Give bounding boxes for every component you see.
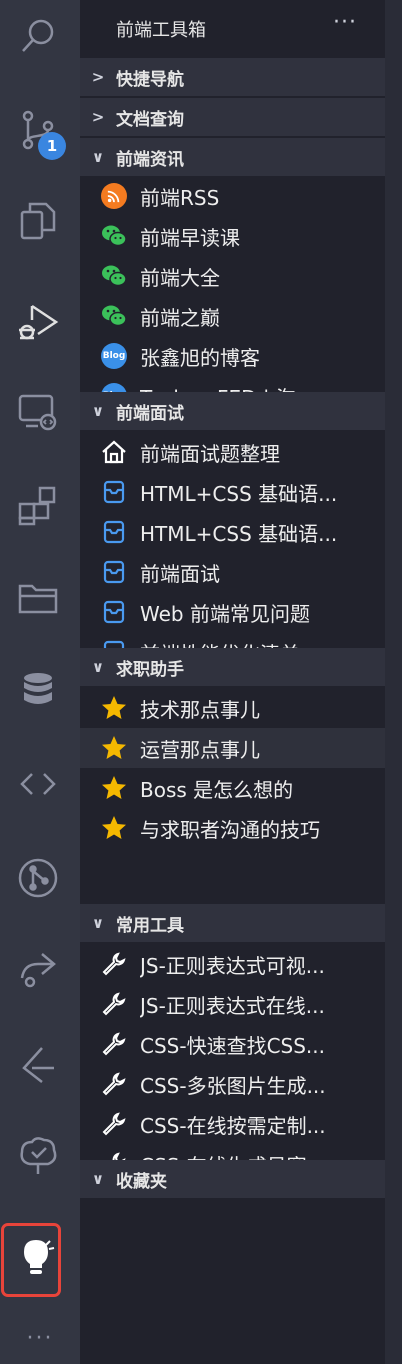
interview-list: 前端面试题整理 HTML+CSS 基础语... HTML+CSS 基础语... … bbox=[80, 432, 385, 648]
section-header-news[interactable]: ∨ 前端资讯 bbox=[80, 138, 385, 176]
wrench-icon bbox=[100, 1150, 128, 1160]
run-debug-icon[interactable] bbox=[14, 298, 62, 346]
wrench-icon bbox=[100, 1030, 128, 1058]
panel-title: 前端工具箱 bbox=[116, 20, 206, 41]
chevron-right-icon: > bbox=[91, 68, 105, 86]
list-item[interactable]: 与求职者沟通的技巧 bbox=[80, 808, 385, 848]
list-item[interactable]: 前端之巅 bbox=[80, 296, 385, 336]
list-item[interactable]: CSS-在线按需定制... bbox=[80, 1104, 385, 1144]
live-share-icon[interactable] bbox=[14, 944, 62, 992]
list-item[interactable]: Web 前端常见问题 bbox=[80, 592, 385, 632]
source-control-badge: 1 bbox=[38, 132, 66, 160]
star-icon bbox=[100, 814, 128, 842]
star-icon bbox=[100, 734, 128, 762]
list-item[interactable]: CSS-在线生成贝塞 bbox=[80, 1144, 385, 1160]
explorer-icon[interactable] bbox=[14, 196, 62, 244]
more-views-icon[interactable]: ··· bbox=[20, 1326, 60, 1351]
folder-icon[interactable] bbox=[14, 574, 62, 622]
wechat-icon bbox=[100, 302, 128, 330]
section-header-docs[interactable]: > 文档查询 bbox=[80, 98, 385, 136]
chevron-down-icon: ∨ bbox=[91, 1170, 105, 1188]
chevron-down-icon: ∨ bbox=[91, 402, 105, 420]
tree-icon[interactable] bbox=[14, 1132, 62, 1180]
news-list: 前端RSS 前端早读课 前端大全 前端之巅 Blog 张鑫旭的博客 Blog T… bbox=[80, 176, 385, 392]
wechat-icon bbox=[100, 262, 128, 290]
panel-header: 前端工具箱 ··· bbox=[80, 0, 385, 56]
tools-list: JS-正则表达式可视... JS-正则表达式在线... CSS-快速查找CSS.… bbox=[80, 944, 385, 1160]
active-view-highlight bbox=[1, 1223, 61, 1297]
section-label: 收藏夹 bbox=[116, 1171, 167, 1192]
document-icon bbox=[100, 518, 128, 546]
activity-bar: 1 ··· bbox=[0, 0, 80, 1364]
document-icon bbox=[100, 558, 128, 586]
section-label: 常用工具 bbox=[116, 915, 184, 936]
chevron-down-icon: ∨ bbox=[91, 658, 105, 676]
wrench-icon bbox=[100, 950, 128, 978]
search-icon[interactable] bbox=[14, 12, 62, 60]
bookmark-icon[interactable] bbox=[14, 1040, 62, 1088]
list-item[interactable]: Blog 张鑫旭的博客 bbox=[80, 336, 385, 376]
wrench-icon bbox=[100, 990, 128, 1018]
job-list: 技术那点事儿 运营那点事儿 Boss 是怎么想的 与求职者沟通的技巧 bbox=[80, 688, 385, 904]
remote-explorer-icon[interactable] bbox=[14, 388, 62, 436]
section-label: 前端资讯 bbox=[116, 149, 184, 170]
list-item[interactable]: CSS-快速查找CSS... bbox=[80, 1024, 385, 1064]
chevron-down-icon: ∨ bbox=[91, 914, 105, 932]
blog-icon: Blog bbox=[100, 382, 128, 392]
section-label: 文档查询 bbox=[116, 109, 184, 130]
database-icon[interactable] bbox=[14, 666, 62, 714]
extensions-icon[interactable] bbox=[14, 482, 62, 530]
code-icon[interactable] bbox=[14, 760, 62, 808]
section-label: 前端面试 bbox=[116, 403, 184, 424]
list-item[interactable]: 前端RSS bbox=[80, 176, 385, 216]
blog-icon: Blog bbox=[100, 342, 128, 370]
list-item[interactable]: 前端面试 bbox=[80, 552, 385, 592]
wrench-icon bbox=[100, 1110, 128, 1138]
home-icon bbox=[100, 438, 128, 466]
section-header-favorites[interactable]: ∨ 收藏夹 bbox=[80, 1160, 385, 1198]
document-icon bbox=[100, 638, 128, 648]
list-item[interactable]: 前端性能优化清单 bbox=[80, 632, 385, 648]
more-actions-icon[interactable]: ··· bbox=[333, 10, 357, 35]
document-icon bbox=[100, 478, 128, 506]
wechat-icon bbox=[100, 222, 128, 250]
list-item[interactable]: 运营那点事儿 bbox=[80, 728, 385, 768]
rss-icon bbox=[100, 182, 128, 210]
wrench-icon bbox=[100, 1070, 128, 1098]
list-item[interactable]: 技术那点事儿 bbox=[80, 688, 385, 728]
scrollbar-track[interactable] bbox=[385, 0, 402, 1364]
section-label: 求职助手 bbox=[116, 659, 184, 680]
section-header-job[interactable]: ∨ 求职助手 bbox=[80, 648, 385, 686]
list-item[interactable]: Blog Taobao FED | 淘 bbox=[80, 376, 385, 392]
side-panel: 前端工具箱 ··· > 快捷导航 > 文档查询 ∨ 前端资讯 前端RSS 前端早… bbox=[80, 0, 385, 1364]
list-item[interactable]: HTML+CSS 基础语... bbox=[80, 512, 385, 552]
list-item[interactable]: CSS-多张图片生成... bbox=[80, 1064, 385, 1104]
section-header-interview[interactable]: ∨ 前端面试 bbox=[80, 392, 385, 430]
chevron-down-icon: ∨ bbox=[91, 148, 105, 166]
star-icon bbox=[100, 694, 128, 722]
list-item[interactable]: Boss 是怎么想的 bbox=[80, 768, 385, 808]
star-icon bbox=[100, 774, 128, 802]
list-item[interactable]: JS-正则表达式在线... bbox=[80, 984, 385, 1024]
section-header-tools[interactable]: ∨ 常用工具 bbox=[80, 904, 385, 942]
section-header-nav[interactable]: > 快捷导航 bbox=[80, 58, 385, 96]
chevron-right-icon: > bbox=[91, 108, 105, 126]
list-item[interactable]: 前端面试题整理 bbox=[80, 432, 385, 472]
section-label: 快捷导航 bbox=[116, 69, 184, 90]
list-item[interactable]: JS-正则表达式可视... bbox=[80, 944, 385, 984]
list-item[interactable]: 前端早读课 bbox=[80, 216, 385, 256]
document-icon bbox=[100, 598, 128, 626]
list-item[interactable]: 前端大全 bbox=[80, 256, 385, 296]
git-graph-icon[interactable] bbox=[14, 854, 62, 902]
list-item[interactable]: HTML+CSS 基础语... bbox=[80, 472, 385, 512]
